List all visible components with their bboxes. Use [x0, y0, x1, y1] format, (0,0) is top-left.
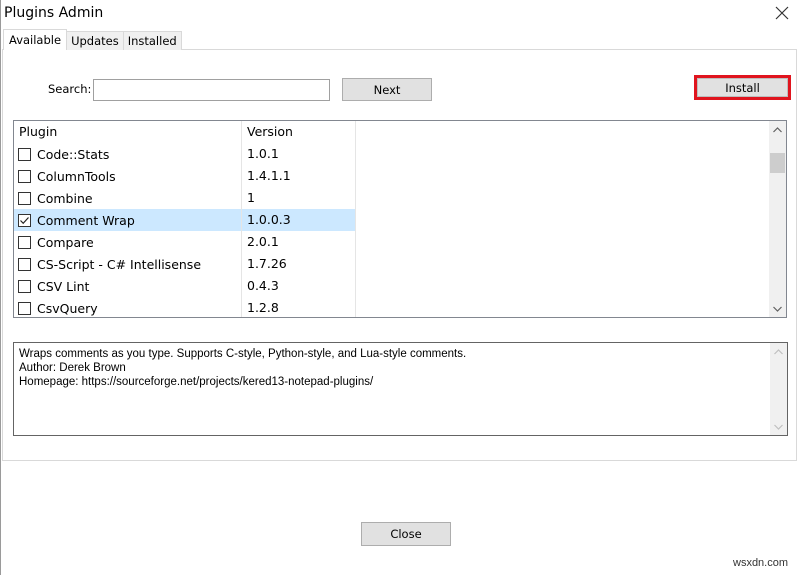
tab-installed[interactable]: Installed	[122, 31, 182, 50]
plugin-cell: Combine	[14, 187, 242, 209]
plugin-row[interactable]: CsvQuery 1.2.8	[14, 297, 356, 317]
plugin-cell: CS-Script - C# Intellisense	[14, 253, 242, 275]
scroll-up-button[interactable]	[769, 121, 786, 138]
plugin-checkbox[interactable]	[18, 191, 31, 205]
plugin-row[interactable]: Code::Stats 1.0.1	[14, 143, 356, 165]
search-input[interactable]	[93, 79, 330, 101]
plugin-version: 1.0.0.3	[242, 209, 356, 231]
description-line: Wraps comments as you type. Supports C-s…	[19, 348, 467, 360]
window-close-button[interactable]	[770, 2, 794, 24]
plugin-row[interactable]: Combine 1	[14, 187, 356, 209]
plugin-version: 1	[242, 187, 356, 209]
plugin-description-box[interactable]: Wraps comments as you type. Supports C-s…	[13, 342, 788, 436]
tab-available[interactable]: Available	[3, 29, 68, 50]
plugin-row[interactable]: ColumnTools 1.4.1.1	[14, 165, 356, 187]
plugin-rows: Code::Stats 1.0.1 ColumnTools 1.4.1.1 Combin…	[14, 143, 356, 317]
plugin-description-text: Wraps comments as you type. Supports C-s…	[19, 347, 466, 389]
description-line: Homepage: https://sourceforge.net/projec…	[19, 376, 374, 388]
window-title: Plugins Admin	[4, 5, 104, 21]
chevron-up-icon	[774, 348, 783, 354]
plugin-list-header: Plugin Version	[14, 121, 356, 143]
close-button[interactable]: Close	[361, 522, 451, 546]
plugin-name: CSV Lint	[37, 278, 90, 294]
plugin-version: 1.2.8	[242, 297, 356, 317]
column-header-plugin[interactable]: Plugin	[14, 121, 242, 143]
plugin-name: CsvQuery	[37, 300, 98, 316]
description-line: Author: Derek Brown	[19, 362, 126, 374]
chevron-up-icon	[773, 126, 782, 132]
plugin-row[interactable]: Comment Wrap 1.0.0.3	[14, 209, 356, 231]
plugin-name: ColumnTools	[37, 168, 116, 184]
plugin-row[interactable]: Compare 2.0.1	[14, 231, 356, 253]
plugin-checkbox[interactable]	[18, 301, 31, 315]
plugin-version: 0.4.3	[242, 275, 356, 297]
plugin-version: 2.0.1	[242, 231, 356, 253]
search-label: Search:	[48, 82, 92, 96]
plugin-cell: ColumnTools	[14, 165, 242, 187]
plugin-cell: Code::Stats	[14, 143, 242, 165]
plugin-cell: CsvQuery	[14, 297, 242, 317]
watermark: wsxdn.com	[733, 557, 789, 569]
column-header-version[interactable]: Version	[242, 121, 356, 143]
plugin-checkbox[interactable]	[18, 235, 31, 249]
next-button[interactable]: Next	[342, 78, 432, 101]
plugin-row[interactable]: CS-Script - C# Intellisense 1.7.26	[14, 253, 356, 275]
desc-scroll-up-button[interactable]	[770, 343, 787, 360]
plugin-cell: CSV Lint	[14, 275, 242, 297]
plugin-name: Compare	[37, 234, 94, 250]
chevron-down-icon	[773, 306, 782, 312]
plugin-name: Code::Stats	[37, 146, 110, 162]
plugin-name: Comment Wrap	[37, 212, 135, 228]
plugin-name: CS-Script - C# Intellisense	[37, 256, 202, 272]
desc-scroll-down-button[interactable]	[770, 418, 787, 435]
plugin-version: 1.4.1.1	[242, 165, 356, 187]
plugins-admin-dialog: Plugins Admin Available Updates Installe…	[0, 0, 800, 575]
chevron-down-icon	[774, 424, 783, 430]
plugin-name: Combine	[37, 190, 93, 206]
description-scrollbar[interactable]	[770, 343, 787, 435]
tab-bar: Available Updates Installed	[3, 29, 182, 50]
checkmark-icon	[20, 216, 29, 224]
plugin-checkbox[interactable]	[18, 257, 31, 271]
window-left-border	[0, 0, 1, 575]
plugin-checkbox[interactable]	[18, 169, 31, 183]
plugin-cell: Compare	[14, 231, 242, 253]
plugin-checkbox[interactable]	[18, 147, 31, 161]
close-icon	[775, 6, 789, 20]
tab-updates[interactable]: Updates	[66, 31, 124, 50]
plugin-row[interactable]: CSV Lint 0.4.3	[14, 275, 356, 297]
plugin-checkbox[interactable]	[18, 213, 31, 227]
scroll-thumb[interactable]	[770, 153, 785, 173]
plugin-version: 1.0.1	[242, 143, 356, 165]
plugin-version: 1.7.26	[242, 253, 356, 275]
plugin-checkbox[interactable]	[18, 279, 31, 293]
install-button[interactable]: Install	[697, 78, 788, 97]
plugin-cell: Comment Wrap	[14, 209, 242, 231]
plugin-list[interactable]: Plugin Version Code::Stats 1.0.1 ColumnToo…	[13, 120, 787, 318]
plugin-list-scrollbar[interactable]	[769, 121, 786, 317]
scroll-down-button[interactable]	[769, 300, 786, 317]
